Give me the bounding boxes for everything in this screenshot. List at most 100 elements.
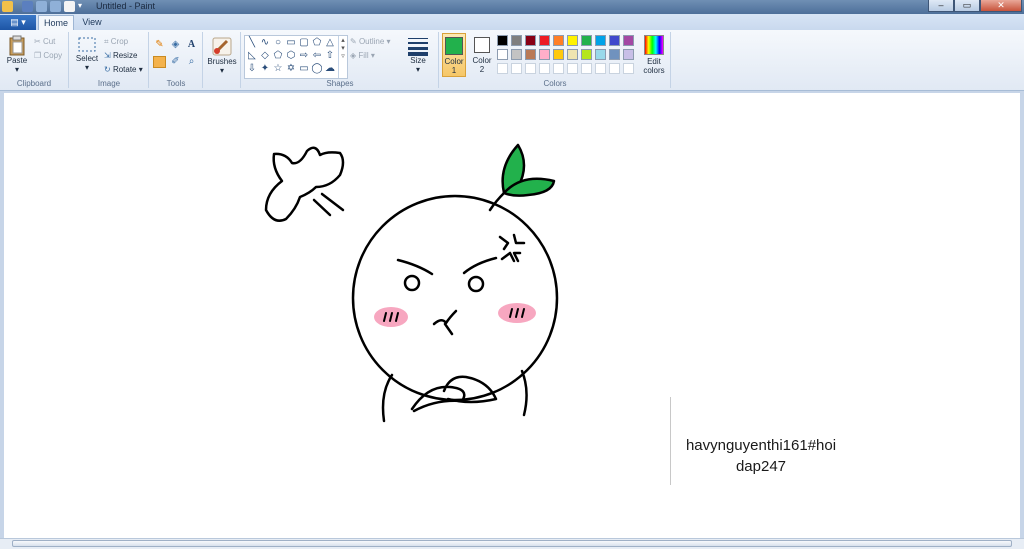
palette-swatch[interactable] — [553, 49, 564, 60]
copy-button[interactable]: ❐ Copy — [34, 51, 62, 60]
palette-swatch[interactable] — [511, 35, 522, 46]
palette-swatch[interactable] — [525, 49, 536, 60]
palette-swatch[interactable] — [581, 49, 592, 60]
custom-color-slot[interactable] — [567, 63, 578, 74]
diamond-shape-icon[interactable]: ◇ — [259, 51, 271, 61]
scissors-icon: ✂ — [34, 37, 41, 46]
palette-swatch[interactable] — [553, 35, 564, 46]
head-drawing — [351, 194, 559, 402]
polygon-shape-icon[interactable]: ⬠ — [311, 38, 323, 48]
paste-dropdown-icon[interactable]: ▾ — [3, 65, 31, 74]
pencil-icon[interactable]: ✎ — [153, 39, 166, 51]
five-point-star-shape-icon[interactable]: ☆ — [272, 64, 284, 74]
size-button[interactable]: Size ▾ — [404, 36, 432, 74]
custom-color-slot[interactable] — [525, 63, 536, 74]
app-menu-button[interactable]: ▤ ▾ — [0, 15, 36, 30]
custom-color-slot[interactable] — [511, 63, 522, 74]
quick-access-dropdown-icon[interactable]: ▾ — [78, 1, 86, 12]
palette-swatch[interactable] — [567, 49, 578, 60]
resize-button[interactable]: ⇲ Resize — [104, 51, 137, 60]
palette-swatch[interactable] — [497, 49, 508, 60]
magnifier-icon[interactable]: ⌕ — [185, 56, 198, 68]
curve-shape-icon[interactable]: ∿ — [259, 38, 271, 48]
tools-group: ✎ ◈ A ✐ ⌕ Tools — [150, 32, 203, 88]
left-arrow-shape-icon[interactable]: ⇦ — [311, 51, 323, 61]
oval-callout-shape-icon[interactable]: ◯ — [311, 64, 323, 74]
edit-colors-button[interactable]: Edit colors — [640, 35, 668, 75]
undo-icon[interactable] — [36, 1, 47, 12]
palette-swatch[interactable] — [623, 49, 634, 60]
fill-button[interactable]: ◈ Fill ▾ — [350, 51, 375, 60]
palette-swatch[interactable] — [609, 35, 620, 46]
select-dropdown-icon[interactable]: ▾ — [74, 63, 100, 72]
palette-swatch[interactable] — [595, 35, 606, 46]
custom-color-slot[interactable] — [595, 63, 606, 74]
hexagon-shape-icon[interactable]: ⬡ — [285, 51, 297, 61]
horizontal-scroll-thumb[interactable] — [12, 540, 1012, 547]
palette-swatch[interactable] — [595, 49, 606, 60]
close-button[interactable]: ✕ — [980, 0, 1022, 12]
right-arrow-shape-icon[interactable]: ⇨ — [298, 51, 310, 61]
custom-color-slot[interactable] — [553, 63, 564, 74]
eraser-icon[interactable] — [153, 56, 166, 68]
up-arrow-shape-icon[interactable]: ⇧ — [324, 51, 336, 61]
select-button[interactable]: Select ▾ — [74, 36, 100, 72]
custom-color-slot[interactable] — [623, 63, 634, 74]
text-box[interactable]: havynguyenthi161#hoi dap247 — [670, 397, 851, 485]
shapes-gallery-scroll[interactable]: ▴ ▾ ▿ — [338, 36, 347, 78]
custom-color-slot[interactable] — [609, 63, 620, 74]
palette-swatch[interactable] — [525, 35, 536, 46]
oval-shape-icon[interactable]: ○ — [272, 38, 284, 48]
rotate-button[interactable]: ↻ Rotate ▾ — [104, 65, 143, 74]
color2-button[interactable]: Color 2 — [470, 33, 494, 77]
palette-swatch[interactable] — [511, 49, 522, 60]
palette-swatch[interactable] — [539, 49, 550, 60]
redo-icon[interactable] — [50, 1, 61, 12]
fill-bucket-icon[interactable]: ◈ — [169, 39, 182, 51]
tab-view[interactable]: View — [76, 15, 108, 30]
outline-button[interactable]: ✎ Outline ▾ — [350, 37, 391, 46]
minimize-button[interactable]: – — [928, 0, 954, 12]
crop-button[interactable]: ⌗ Crop — [104, 37, 128, 47]
paint-app-icon[interactable] — [2, 1, 13, 12]
color1-button[interactable]: Color 1 — [442, 33, 466, 77]
crossed-arms-drawing — [410, 375, 498, 413]
size-dropdown-icon[interactable]: ▾ — [404, 65, 432, 74]
right-triangle-shape-icon[interactable]: ◺ — [246, 51, 258, 61]
palette-swatch[interactable] — [567, 35, 578, 46]
triangle-shape-icon[interactable]: △ — [324, 38, 336, 48]
tab-home[interactable]: Home — [38, 15, 74, 31]
rectangle-shape-icon[interactable]: ▭ — [285, 38, 297, 48]
pentagon-shape-icon[interactable]: ⬠ — [272, 51, 284, 61]
callout-shape-icon[interactable]: ▭ — [298, 64, 310, 74]
custom-color-slot[interactable] — [581, 63, 592, 74]
paste-button[interactable]: Paste ▾ — [3, 34, 31, 74]
mouth-drawing — [432, 309, 458, 336]
save-icon[interactable] — [22, 1, 33, 12]
cut-button[interactable]: ✂ Cut — [34, 37, 55, 46]
palette-swatch[interactable] — [609, 49, 620, 60]
four-point-star-shape-icon[interactable]: ✦ — [259, 64, 271, 74]
right-eyebrow-drawing — [462, 256, 498, 275]
drawing-canvas[interactable]: havynguyenthi161#hoi dap247 — [4, 93, 1020, 538]
maximize-button[interactable]: ▭ — [954, 0, 980, 12]
palette-swatch[interactable] — [581, 35, 592, 46]
six-point-star-shape-icon[interactable]: ✡ — [285, 64, 297, 74]
horizontal-scrollbar[interactable] — [0, 538, 1024, 549]
color-picker-icon[interactable]: ✐ — [169, 56, 182, 68]
palette-swatch[interactable] — [623, 35, 634, 46]
line-shape-icon[interactable]: ╲ — [246, 38, 258, 48]
custom-color-slot[interactable] — [539, 63, 550, 74]
text-tool-icon[interactable]: A — [185, 39, 198, 51]
down-arrow-shape-icon[interactable]: ⇩ — [246, 64, 258, 74]
brush-icon — [212, 37, 232, 56]
palette-swatch[interactable] — [497, 35, 508, 46]
rounded-rectangle-shape-icon[interactable]: ▢ — [298, 38, 310, 48]
custom-color-slot[interactable] — [497, 63, 508, 74]
new-file-icon[interactable] — [64, 1, 75, 12]
brushes-button[interactable]: Brushes ▾ — [206, 35, 238, 75]
tools-group-label: Tools — [166, 79, 186, 88]
cloud-callout-shape-icon[interactable]: ☁ — [324, 64, 336, 74]
palette-swatch[interactable] — [539, 35, 550, 46]
brushes-dropdown-icon[interactable]: ▾ — [206, 66, 238, 75]
